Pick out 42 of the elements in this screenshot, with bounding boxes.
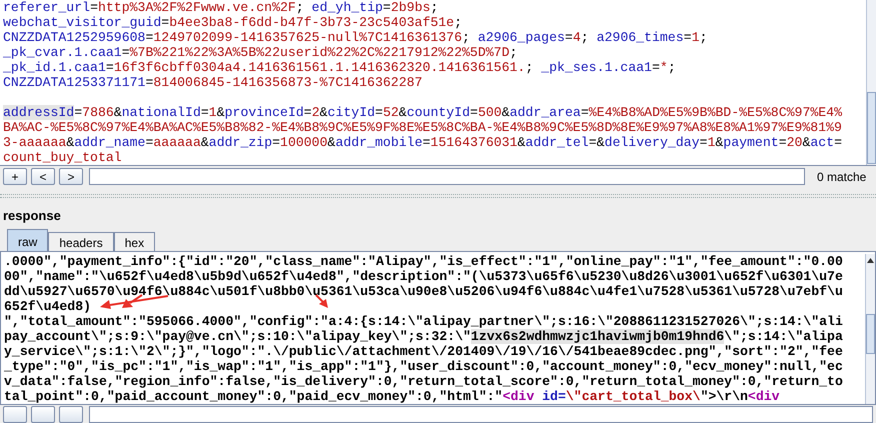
code-line: .0000","payment_info":{"id":"20","class_name":"Alipay","is_effect":"1","online_pay":"1","fee_amount":"0.00: [4, 254, 843, 269]
code-line: CNZZDATA1253371171=814006845-1416356873-%7C1416362287: [3, 75, 422, 90]
code-line: pay_account\";s:9:\"pay@ve.cn\";s:10:\"alipay_key\";s:32:\"1zvx6s2wdhmwzjc1haviwmjb0m19hnd6\";s:14:\"alipa: [4, 329, 843, 344]
arrow: [315, 294, 328, 308]
search-field[interactable]: [89, 168, 805, 186]
scrollbar[interactable]: [866, 0, 876, 165]
scroll-thumb[interactable]: [867, 92, 876, 164]
tab[interactable]: raw: [7, 229, 48, 251]
code-line: dd\u5927\u6570\u94f6\u884c\u501f\u8bb0\u5361\u53ca\u90e8\u5206\u94f6\u884c\u4fe1\u7528\u5361\u5728\u7ebf\u: [4, 284, 843, 299]
response-viewer[interactable]: [0, 252, 876, 405]
next-button[interactable]: >: [59, 168, 83, 186]
splitter[interactable]: [0, 194, 876, 198]
code-line: referer_url=http%3A%2F%2Fwww.ve.cn%2F; ed_yh_tip=2b9bs;: [3, 0, 438, 15]
scroll-thumb[interactable]: [866, 314, 875, 354]
tab[interactable]: headers: [48, 232, 114, 251]
toolbar-button[interactable]: [31, 406, 55, 423]
code-line: _pk_cvar.1.caa1=%7B%221%22%3A%5B%22userid%22%2C%2217912%22%5D%7D;: [3, 45, 518, 60]
code-line: webchat_visitor_guid=b4ee3ba8-f6dd-b47f-3b73-23c5403af51e;: [3, 15, 462, 30]
scroll-up-icon[interactable]: [867, 258, 874, 263]
code-line: ","total_amount":"595066.4000","config":"a:4:{s:14:\"alipay_partner\";s:16:\"2088611231527026\";s:14:\"ali: [4, 314, 843, 329]
code-line: 3-aaaaaa&addr_name=aaaaaa&addr_zip=100000&addr_mobile=15164376031&addr_tel=&delivery_day=1&payment=20&act=: [3, 135, 842, 150]
code-line: CNZZDATA1252959608=1249702099-1416357625-null%7C1416361376; a2906_pages=4; a2906_times=1;: [3, 30, 708, 45]
code-line: tal_point":0,"paid_account_money":0,"paid_ecv_money":0,"html":"<div id=\"cart_total_box\">\r\n<div: [4, 389, 780, 404]
code-line: 652f\u4ed8): [4, 299, 92, 314]
search-field[interactable]: [89, 406, 873, 423]
code-line: 00","name":"\u652f\u4ed8\u5b9d\u652f\u4ed8","description":"(\u5373\u65f6\u5230\u8d26\u3001\u652f\u6301\u7e: [4, 269, 843, 284]
tab[interactable]: hex: [114, 232, 156, 251]
code-line: _pk_id.1.caa1=16f3f6cbff0304a4.1416361561.1.1416362320.1416361561.; _pk_ses.1.caa1=*;: [3, 60, 676, 75]
code-line: y_service\";s:1:\"2\";}","logo":".\/public\/attachment\/201409\/19\/16\/541beae89cdec.png","sort":"2","fee: [4, 344, 843, 359]
request-editor[interactable]: [0, 0, 876, 166]
section-title: response: [2, 207, 62, 225]
code-line: addressId=7886&nationalId=1&provinceId=2&cityId=52&countyId=500&addr_area=%E4%B8%AD%E5%9B%BD-%E5%8C%97%E4%: [3, 105, 842, 120]
code-line: _type":"0","is_pc":"1","is_wap":"1","is_app":"1"},"user_discount":0,"account_money":0,"ecv_money":null,"ec: [4, 359, 843, 374]
add-button[interactable]: +: [3, 168, 27, 186]
code-line: count_buy_total: [3, 150, 122, 165]
toolbar-button[interactable]: [3, 406, 27, 423]
code-line: BA%AC-%E5%8C%97%E4%BA%AC%E5%B8%82-%E4%B8%9C%E5%9F%8E%E5%8C%BA-%E4%B8%9C%E5%8D%8E%E9%97%A8%E8%A1%97%E9%81%9: [3, 120, 842, 135]
scrollbar[interactable]: [865, 254, 875, 404]
previous-button[interactable]: <: [31, 168, 55, 186]
toolbar-button[interactable]: [59, 406, 83, 423]
match-count: 0 matche: [817, 170, 868, 184]
code-line: v_data":false,"region_info":false,"is_delivery":0,"return_total_score":0,"return_total_money":0,"return_to: [4, 374, 843, 389]
